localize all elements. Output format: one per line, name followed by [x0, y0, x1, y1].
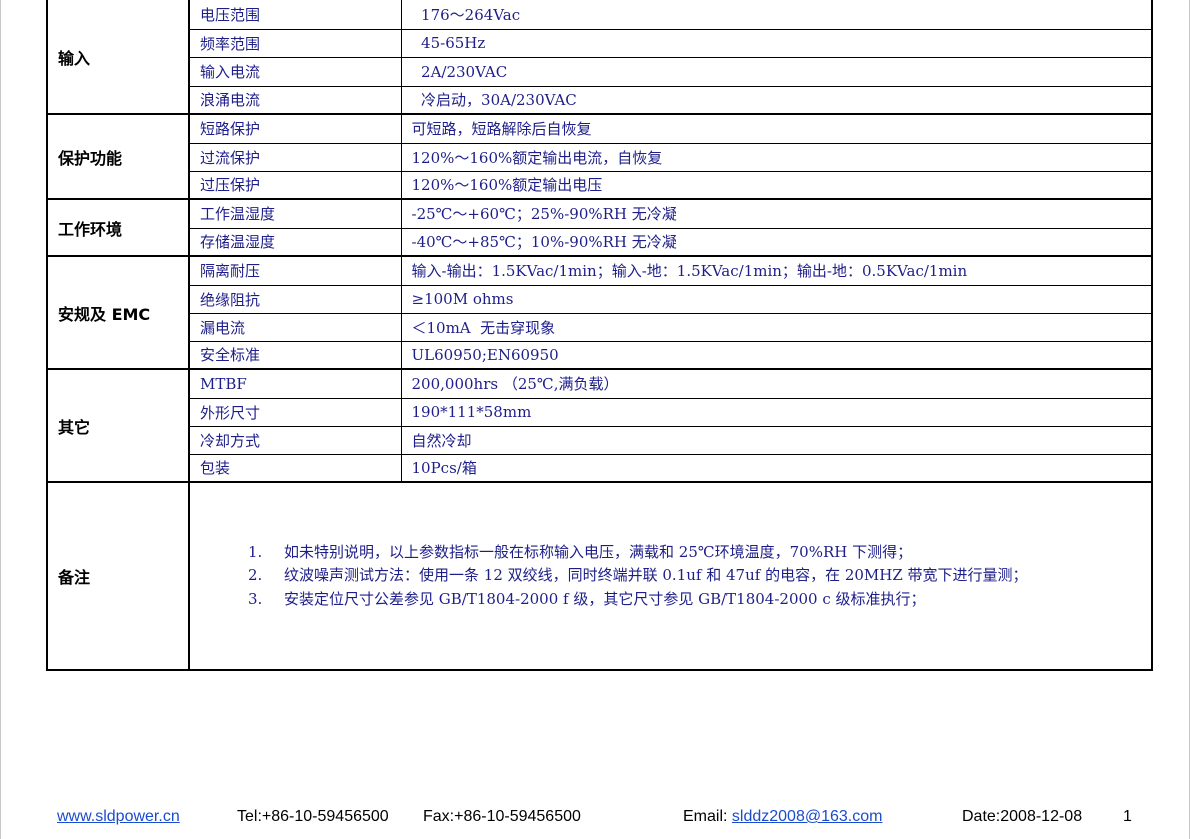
note-text: 如未特别说明，以上参数指标一般在标称输入电压，满载和 25℃环境温度，70%RH… [284, 542, 913, 561]
spec-label: 过流保护 [189, 143, 402, 172]
spec-value: 输入-输出：1.5KVac/1min；输入-地：1.5KVac/1min；输出-… [401, 256, 1152, 286]
date-text: Date:2008-12-08 [962, 808, 1083, 825]
spec-label: 电压范围 [189, 0, 402, 30]
note-number: 2. [248, 566, 263, 585]
page-edge [1189, 0, 1190, 839]
tel-text: Tel:+86-10-59456500 [237, 808, 389, 825]
spec-value: -25℃～+60℃；25%-90%RH 无冷凝 [401, 199, 1152, 229]
spec-label: 存储温湿度 [189, 228, 402, 257]
note-number: 1. [248, 542, 263, 561]
category-notes: 备注 [47, 482, 190, 670]
spec-value: ≥100M ohms [401, 285, 1152, 314]
category-environment: 工作环境 [47, 199, 190, 257]
spec-label: 浪涌电流 [189, 86, 402, 115]
spec-value: -40℃～+85℃；10%-90%RH 无冷凝 [401, 228, 1152, 257]
spec-label: 包装 [189, 454, 402, 483]
spec-value: 自然冷却 [401, 426, 1152, 455]
spec-value: 190*111*58mm [401, 398, 1152, 427]
spec-value: 120%～160%额定输出电流，自恢复 [401, 143, 1152, 172]
spec-label: 漏电流 [189, 313, 402, 342]
spec-value: 10Pcs/箱 [401, 454, 1152, 483]
email-link[interactable]: slddz2008@163.com [732, 808, 883, 825]
spec-label: 冷却方式 [189, 426, 402, 455]
note-text: 纹波噪声测试方法：使用一条 12 双绞线，同时终端并联 0.1uf 和 47uf… [284, 566, 1028, 585]
category-safety-emc: 安规及 EMC [47, 256, 190, 370]
spec-value: 2A/230VAC [401, 57, 1152, 87]
spec-table: 输入 电压范围 176～264Vac 频率范围 45-65Hz 输入电流 2A/… [46, 0, 1153, 671]
email-field: Email: slddz2008@163.com [683, 808, 882, 826]
note-item: 1. 如未特别说明，以上参数指标一般在标称输入电压，满载和 25℃环境温度，70%… [248, 541, 1151, 565]
spec-value: 120%～160%额定输出电压 [401, 171, 1152, 200]
spec-label: 频率范围 [189, 29, 402, 58]
spec-value: 冷启动，30A/230VAC [401, 86, 1152, 115]
fax-text: Fax:+86-10-59456500 [423, 808, 581, 825]
note-item: 2. 纹波噪声测试方法：使用一条 12 双绞线，同时终端并联 0.1uf 和 47… [248, 564, 1151, 588]
notes-list: 1. 如未特别说明，以上参数指标一般在标称输入电压，满载和 25℃环境温度，70%… [200, 541, 1151, 612]
email-label: Email: [683, 808, 732, 825]
spec-value: UL60950;EN60950 [401, 341, 1152, 370]
category-protection: 保护功能 [47, 114, 190, 200]
spec-label: MTBF [189, 369, 402, 399]
category-other: 其它 [47, 369, 190, 483]
category-input: 输入 [47, 0, 190, 115]
spec-label: 输入电流 [189, 57, 402, 87]
page-edge [0, 0, 1, 839]
spec-label: 过压保护 [189, 171, 402, 200]
website-link[interactable]: www.sldpower.cn [57, 808, 180, 825]
spec-value: 176～264Vac [401, 0, 1152, 30]
spec-value: 可短路，短路解除后自恢复 [401, 114, 1152, 144]
page-number: 1 [1123, 808, 1132, 825]
note-number: 3. [248, 589, 263, 608]
note-text: 安装定位尺寸公差参见 GB/T1804-2000 f 级，其它尺寸参见 GB/T… [284, 589, 926, 608]
spec-value: ＜10mA 无击穿现象 [401, 313, 1152, 342]
spec-value: 45-65Hz [401, 29, 1152, 58]
spec-label: 工作温湿度 [189, 199, 402, 229]
spec-label: 隔离耐压 [189, 256, 402, 286]
spec-label: 外形尺寸 [189, 398, 402, 427]
spec-value: 200,000hrs （25℃,满负载） [401, 369, 1152, 399]
spec-label: 短路保护 [189, 114, 402, 144]
spec-label: 安全标准 [189, 341, 402, 370]
note-item: 3. 安装定位尺寸公差参见 GB/T1804-2000 f 级，其它尺寸参见 GB… [248, 588, 1151, 612]
spec-label: 绝缘阻抗 [189, 285, 402, 314]
notes-cell: 1. 如未特别说明，以上参数指标一般在标称输入电压，满载和 25℃环境温度，70%… [189, 482, 1152, 670]
page-footer: www.sldpower.cn Tel:+86-10-59456500 Fax:… [0, 808, 1191, 832]
